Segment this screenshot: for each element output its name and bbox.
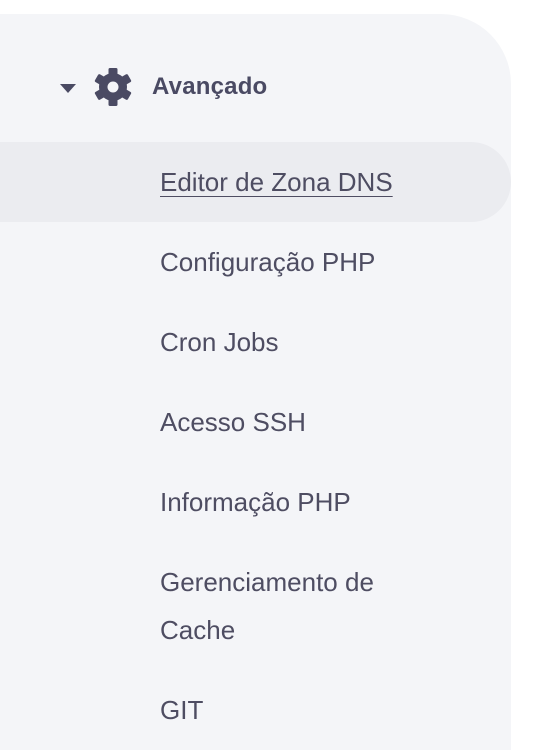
- section-title: Avançado: [152, 73, 268, 100]
- caret-down-icon: [60, 83, 76, 93]
- menu-item-dns-zone-editor[interactable]: Editor de Zona DNS: [0, 142, 511, 222]
- menu-item-cache-manager[interactable]: Gerenciamento de Cache: [0, 542, 440, 670]
- sidebar-panel: Avançado Editor de Zona DNS Configuração…: [0, 14, 511, 750]
- menu-item-label: Gerenciamento de Cache: [160, 567, 374, 645]
- menu-item-ssh-access[interactable]: Acesso SSH: [0, 382, 511, 462]
- menu-item-php-configuration[interactable]: Configuração PHP: [0, 222, 511, 302]
- section-header-advanced[interactable]: Avançado: [60, 64, 267, 110]
- menu-item-git[interactable]: GIT: [0, 670, 511, 750]
- advanced-submenu: Editor de Zona DNS Configuração PHP Cron…: [0, 142, 511, 750]
- menu-item-label: Cron Jobs: [160, 327, 279, 357]
- menu-item-label: Acesso SSH: [160, 407, 306, 437]
- gear-icon: [94, 68, 132, 106]
- menu-item-php-info[interactable]: Informação PHP: [0, 462, 511, 542]
- menu-item-label: Editor de Zona DNS: [160, 167, 393, 197]
- menu-item-label: GIT: [160, 695, 204, 725]
- menu-item-cron-jobs[interactable]: Cron Jobs: [0, 302, 511, 382]
- menu-item-label: Informação PHP: [160, 487, 351, 517]
- menu-item-label: Configuração PHP: [160, 247, 376, 277]
